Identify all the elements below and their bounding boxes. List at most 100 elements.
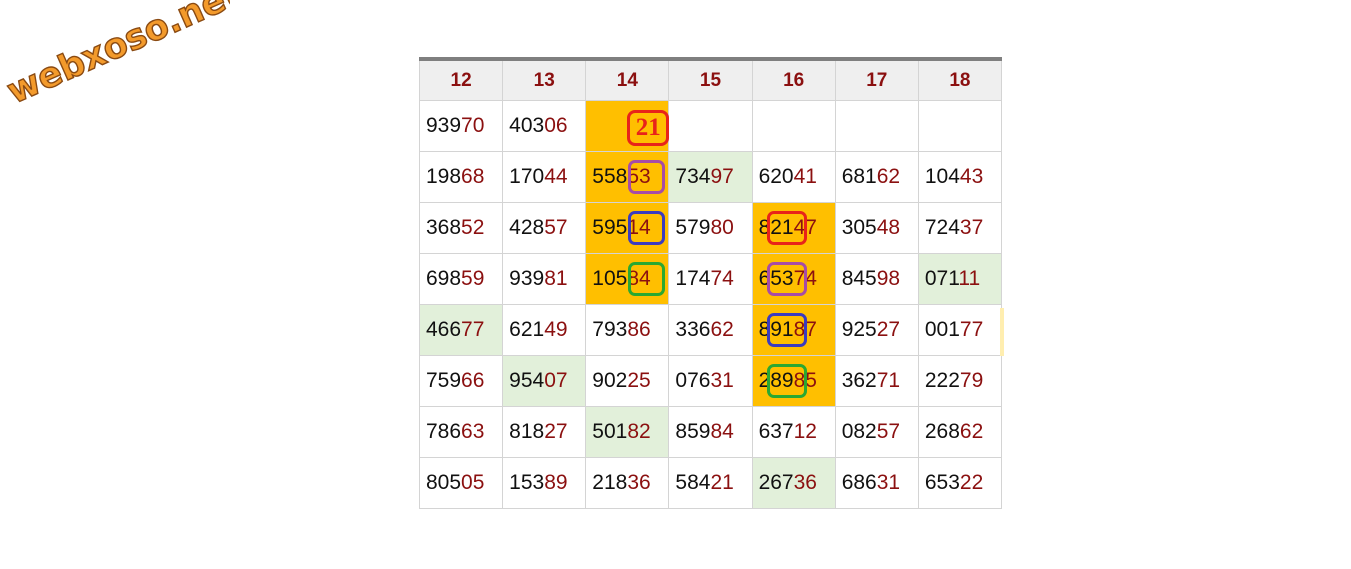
number-prefix: 954 bbox=[509, 369, 545, 392]
result-cell: 10584 bbox=[585, 253, 670, 305]
result-cell: 89187 bbox=[751, 304, 836, 356]
number-prefix: 368 bbox=[426, 216, 462, 239]
number-tail-digits: 14 bbox=[627, 216, 651, 239]
result-row: 78663 81827 50182 85984 63712 08257 26862 bbox=[418, 406, 1003, 458]
number-tail-digits: 74 bbox=[710, 267, 734, 290]
result-cell: 85984 bbox=[668, 406, 753, 458]
number-prefix: 686 bbox=[841, 471, 877, 494]
grid-edge-highlight bbox=[1000, 308, 1004, 356]
column-header: 18 bbox=[917, 61, 1003, 101]
number-prefix: 621 bbox=[509, 318, 545, 341]
number-prefix: 105 bbox=[592, 267, 628, 290]
result-cell: 50182 bbox=[585, 406, 670, 458]
column-header: 17 bbox=[834, 61, 919, 101]
number-tail-digits: 21 bbox=[710, 471, 734, 494]
watermark-text: webxoso.net bbox=[1, 0, 230, 112]
result-cell: 93981 bbox=[502, 253, 587, 305]
number-prefix: 362 bbox=[841, 369, 877, 392]
result-cell: 65374 bbox=[751, 253, 836, 305]
result-cell: 80505 bbox=[418, 457, 504, 509]
result-cell: 22279 bbox=[917, 355, 1003, 407]
number-tail-digits: 31 bbox=[876, 471, 901, 494]
result-cell: 95407 bbox=[502, 355, 587, 407]
number-tail-digits: 41 bbox=[793, 165, 817, 188]
number-tail-digits: 43 bbox=[959, 165, 984, 188]
number-prefix: 267 bbox=[758, 471, 794, 494]
number-tail-digits: 84 bbox=[627, 267, 651, 290]
number-tail-digits: 86 bbox=[627, 318, 651, 341]
number-prefix: 082 bbox=[841, 420, 877, 443]
number-prefix: 198 bbox=[426, 165, 462, 188]
number-prefix: 859 bbox=[675, 420, 711, 443]
result-row: 69859 93981 10584 17474 65374 84598 07111 bbox=[418, 253, 1003, 305]
result-cell: 19868 bbox=[418, 151, 504, 203]
result-cell: 07111 bbox=[917, 253, 1003, 305]
result-cell: 57980 bbox=[668, 202, 753, 254]
number-tail-digits: 44 bbox=[544, 165, 568, 188]
grid-header-row: 12 13 14 15 16 17 18 bbox=[418, 61, 1003, 101]
number-tail-digits: 85 bbox=[793, 369, 817, 392]
number-tail-digits: 48 bbox=[876, 216, 901, 239]
number-tail-digits: 36 bbox=[793, 471, 817, 494]
number-prefix: 734 bbox=[675, 165, 711, 188]
result-cell: 07631 bbox=[668, 355, 753, 407]
number-prefix: 466 bbox=[426, 318, 462, 341]
result-cell: 92527 bbox=[834, 304, 919, 356]
result-cell bbox=[917, 100, 1003, 152]
number-prefix: 289 bbox=[758, 369, 794, 392]
result-cell: 28985 bbox=[751, 355, 836, 407]
number-prefix: 218 bbox=[592, 471, 628, 494]
number-tail-digits: 81 bbox=[544, 267, 568, 290]
number-prefix: 891 bbox=[758, 318, 794, 341]
number-tail-digits: 11 bbox=[958, 267, 981, 290]
number-prefix: 170 bbox=[509, 165, 545, 188]
number-prefix: 793 bbox=[592, 318, 628, 341]
result-cell: 75966 bbox=[418, 355, 504, 407]
number-tail-digits: 31 bbox=[710, 369, 734, 392]
column-header: 15 bbox=[668, 61, 753, 101]
result-cell: 68631 bbox=[834, 457, 919, 509]
number-tail-digits: 74 bbox=[793, 267, 817, 290]
result-cell: 40306 bbox=[502, 100, 587, 152]
number-prefix: 653 bbox=[758, 267, 794, 290]
result-cell: 90225 bbox=[585, 355, 670, 407]
result-cell: 69859 bbox=[418, 253, 504, 305]
number-prefix: 579 bbox=[675, 216, 711, 239]
webxoso-watermark-logo: webxoso.net bbox=[1, 0, 230, 113]
result-row: 46677 62149 79386 33662 89187 92527 00177 bbox=[418, 304, 1003, 356]
number-tail-digits: 77 bbox=[959, 318, 984, 341]
result-cell: 73497 bbox=[668, 151, 753, 203]
number-tail-digits: 06 bbox=[544, 114, 568, 137]
result-cell: 65322 bbox=[917, 457, 1003, 509]
result-cell: 17044 bbox=[502, 151, 587, 203]
number-prefix: 076 bbox=[675, 369, 711, 392]
number-prefix: 724 bbox=[924, 216, 960, 239]
result-row: 36852 42857 59514 57980 82147 30548 72437 bbox=[418, 202, 1003, 254]
number-tail-digits: 36 bbox=[627, 471, 651, 494]
number-tail-digits: 59 bbox=[461, 267, 485, 290]
number-tail-digits: 07 bbox=[544, 369, 568, 392]
number-prefix: 620 bbox=[758, 165, 794, 188]
result-cell: 81827 bbox=[502, 406, 587, 458]
result-cell: 62041 bbox=[751, 151, 836, 203]
number-prefix: 939 bbox=[509, 267, 545, 290]
result-cell: 78663 bbox=[418, 406, 504, 458]
result-cell: 55853 bbox=[585, 151, 670, 203]
result-cell: 68162 bbox=[834, 151, 919, 203]
number-tail-digits: 80 bbox=[710, 216, 734, 239]
number-prefix: 104 bbox=[924, 165, 960, 188]
column-header: 16 bbox=[751, 61, 836, 101]
number-prefix: 818 bbox=[509, 420, 545, 443]
number-tail-digits: 47 bbox=[793, 216, 817, 239]
number-tail-digits: 70 bbox=[461, 114, 485, 137]
number-prefix: 428 bbox=[509, 216, 545, 239]
number-prefix: 805 bbox=[426, 471, 462, 494]
result-cell bbox=[751, 100, 836, 152]
number-tail-digits: 82 bbox=[627, 420, 651, 443]
result-cell: 58421 bbox=[668, 457, 753, 509]
number-prefix: 637 bbox=[758, 420, 794, 443]
result-cell: 46677 bbox=[418, 304, 504, 356]
number-prefix: 558 bbox=[592, 165, 628, 188]
number-prefix: 501 bbox=[592, 420, 628, 443]
number-tail-digits: 52 bbox=[461, 216, 485, 239]
